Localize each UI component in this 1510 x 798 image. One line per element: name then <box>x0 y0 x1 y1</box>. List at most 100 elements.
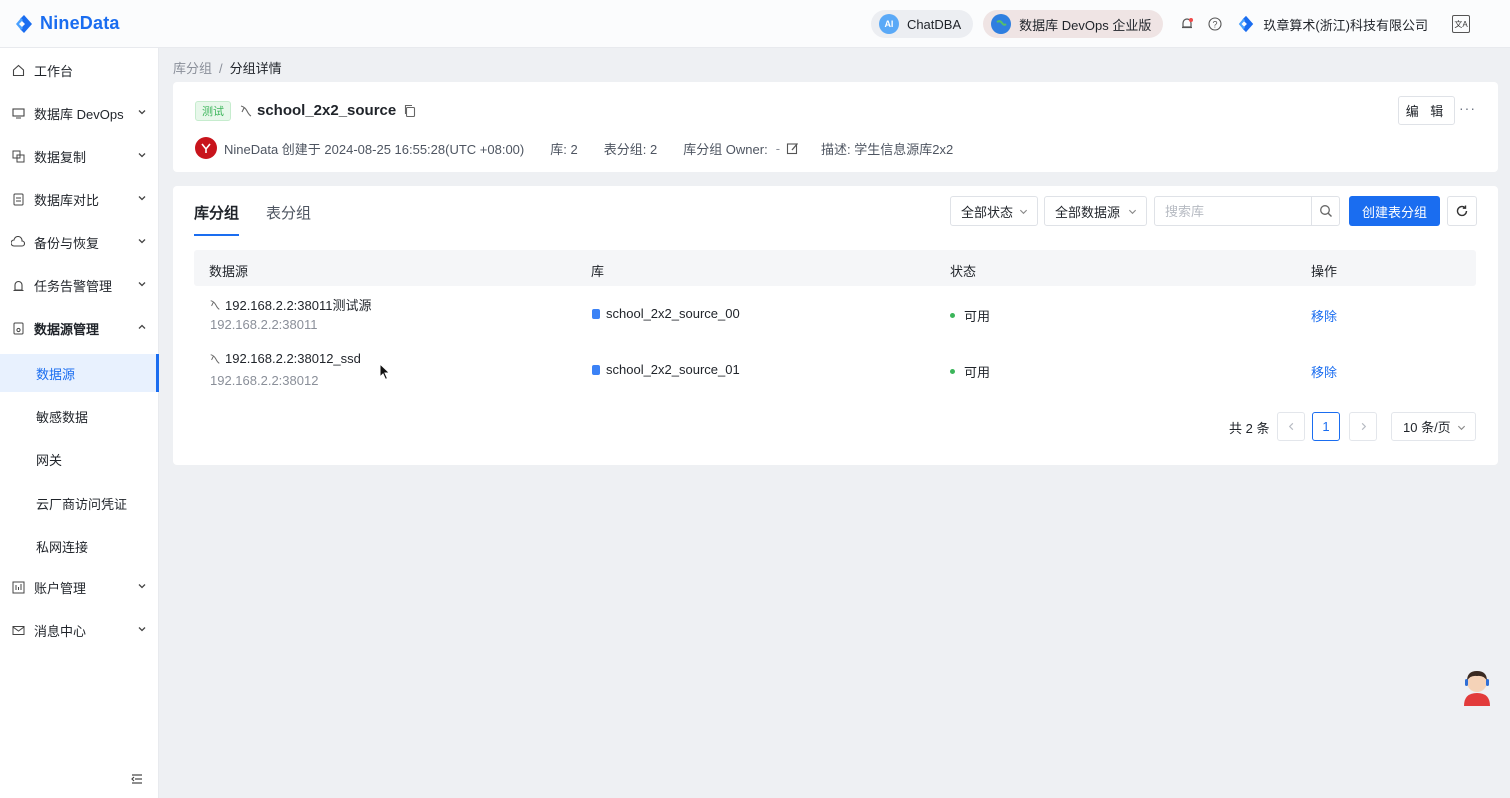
sidebar-item-label: 工作台 <box>34 63 74 79</box>
prev-page-button[interactable] <box>1277 412 1305 441</box>
chevron-down-icon <box>138 584 146 589</box>
status-text: 可用 <box>964 309 991 324</box>
tab-db-group[interactable]: 库分组 <box>194 202 240 236</box>
column-header-status: 状态 <box>950 264 977 279</box>
mysql-dolphin-icon <box>210 353 220 364</box>
sidebar-subitem-sensitive-data[interactable]: 敏感数据 <box>0 397 159 435</box>
sidebar-item-devops[interactable]: 数据库 DevOps <box>0 93 159 133</box>
sidebar-item-label: 备份与恢复 <box>34 235 100 251</box>
chevron-down-icon <box>138 282 146 287</box>
sidebar-subitem-label: 数据源 <box>36 366 76 382</box>
chevron-down-icon <box>138 239 146 244</box>
group-description: 描述: 学生信息源库2x2 <box>821 141 954 157</box>
chevron-up-icon <box>138 324 146 329</box>
cloud-icon <box>11 235 25 249</box>
group-detail-card: 库分组 表分组 全部状态 全部数据源 创建表分组 数据源 库 状态 操作 192… <box>173 186 1498 465</box>
sidebar-subitem-label: 云厂商访问凭证 <box>36 496 128 512</box>
sidebar-item-messages[interactable]: 消息中心 <box>0 610 159 650</box>
remove-link[interactable]: 移除 <box>1311 306 1337 325</box>
page-1-button[interactable]: 1 <box>1312 412 1340 441</box>
source-address: 192.168.2.2:38011 <box>210 317 318 332</box>
copy-icon[interactable] <box>403 104 417 118</box>
ai-icon: AI <box>878 14 899 34</box>
sidebar-item-label: 数据库 DevOps <box>34 106 124 122</box>
sidebar-subitem-private-link[interactable]: 私网连接 <box>0 527 159 565</box>
devops-edition-label: 数据库 DevOps 企业版 <box>1019 17 1152 33</box>
sidebar-subitem-datasource[interactable]: 数据源 <box>0 354 159 392</box>
ninedata-logo-icon <box>16 14 32 33</box>
table-header: 数据源 库 状态 操作 <box>194 250 1476 286</box>
mysql-dolphin-icon <box>240 104 252 116</box>
group-meta: NineData 创建于 2024-08-25 16:55:28(UTC +08… <box>195 137 953 159</box>
breadcrumb-current: 分组详情 <box>229 61 282 76</box>
sidebar-item-workbench[interactable]: 工作台 <box>0 50 159 90</box>
sidebar-subitem-label: 网关 <box>36 452 63 468</box>
sidebar: 工作台 数据库 DevOps 数据复制 数据库对比 备份与恢复 任务告警管理 数… <box>0 48 159 798</box>
sidebar-subitem-gateway[interactable]: 网关 <box>0 440 159 478</box>
company-switcher[interactable]: 玖章算术(浙江)科技有限公司 <box>1237 15 1428 34</box>
collapse-sidebar-icon[interactable] <box>130 772 144 786</box>
chevron-down-icon <box>138 627 146 632</box>
logo[interactable]: NineData <box>14 13 120 34</box>
created-info: NineData 创建于 2024-08-25 16:55:28(UTC +08… <box>224 141 525 157</box>
source-name-text: 192.168.2.2:38011测试源 <box>225 298 372 313</box>
sidebar-item-accounts[interactable]: 账户管理 <box>0 567 159 607</box>
create-table-group-button[interactable]: 创建表分组 <box>1349 196 1440 226</box>
sidebar-item-replication[interactable]: 数据复制 <box>0 136 159 176</box>
status-dot-icon <box>950 313 955 318</box>
edit-owner-icon[interactable] <box>786 142 799 155</box>
edit-button[interactable]: 编 辑 <box>1398 96 1455 125</box>
source-name[interactable]: 192.168.2.2:38011测试源 <box>209 295 371 314</box>
database-cell: school_2x2_source_00 <box>592 306 740 321</box>
sidebar-item-compare[interactable]: 数据库对比 <box>0 179 159 219</box>
status-filter-select[interactable]: 全部状态 <box>950 196 1038 226</box>
owner-label: 库分组 Owner: <box>683 141 768 157</box>
sidebar-item-alerts[interactable]: 任务告警管理 <box>0 265 159 305</box>
globe-icon <box>991 14 1012 34</box>
refresh-icon <box>1456 205 1468 217</box>
refresh-button[interactable] <box>1447 196 1477 226</box>
source-name-text: 192.168.2.2:38012_ssd <box>225 351 361 366</box>
next-page-button[interactable] <box>1349 412 1377 441</box>
chatdba-label: ChatDBA <box>906 16 962 32</box>
devops-edition-button[interactable]: 数据库 DevOps 企业版 <box>983 10 1164 38</box>
search-box <box>1154 196 1340 226</box>
mouse-cursor-icon <box>379 363 391 381</box>
database-name: school_2x2_source_00 <box>606 306 740 321</box>
owner-value: - <box>775 140 781 156</box>
breadcrumb: 库分组 / 分组详情 <box>173 58 282 77</box>
top-bar: NineData AI ChatDBA 数据库 DevOps 企业版 ? 玖章算… <box>0 0 1510 48</box>
sidebar-item-datasource-mgmt[interactable]: 数据源管理 <box>0 308 159 348</box>
column-header-action: 操作 <box>1311 264 1338 279</box>
search-button[interactable] <box>1311 197 1339 225</box>
env-tag: 测试 <box>195 101 231 121</box>
bell-icon[interactable] <box>1179 16 1195 32</box>
sidebar-subitem-cloud-credentials[interactable]: 云厂商访问凭证 <box>0 484 159 522</box>
page-size-value: 10 条/页 <box>1403 420 1451 435</box>
page-size-select[interactable]: 10 条/页 <box>1391 412 1476 441</box>
remove-link[interactable]: 移除 <box>1311 362 1337 381</box>
compare-icon <box>11 192 25 206</box>
datasource-icon <box>11 321 25 335</box>
database-icon <box>592 308 600 319</box>
chevron-down-icon <box>138 153 146 158</box>
support-assistant-icon[interactable] <box>1460 668 1494 708</box>
more-actions-button[interactable]: ··· <box>1459 100 1476 116</box>
language-icon[interactable]: 文A <box>1452 15 1470 33</box>
chevron-right-icon <box>1361 422 1366 431</box>
help-icon[interactable]: ? <box>1207 16 1223 32</box>
home-icon <box>11 63 25 77</box>
account-icon <box>11 580 25 594</box>
sidebar-item-backup[interactable]: 备份与恢复 <box>0 222 159 262</box>
sidebar-item-label: 任务告警管理 <box>34 278 113 294</box>
column-header-source: 数据源 <box>209 264 249 279</box>
source-name[interactable]: 192.168.2.2:38012_ssd <box>209 351 361 366</box>
tab-table-group[interactable]: 表分组 <box>266 202 311 236</box>
column-header-database: 库 <box>591 264 605 279</box>
source-filter-select[interactable]: 全部数据源 <box>1044 196 1147 226</box>
source-filter-value: 全部数据源 <box>1055 204 1121 220</box>
search-input[interactable] <box>1155 197 1311 225</box>
breadcrumb-parent[interactable]: 库分组 <box>173 61 212 76</box>
chatdba-button[interactable]: AI ChatDBA <box>870 10 974 38</box>
group-name: school_2x2_source <box>257 102 397 119</box>
